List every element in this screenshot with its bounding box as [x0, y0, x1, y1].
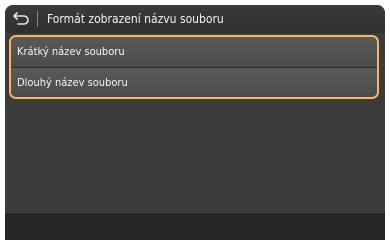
option-label: Krátký název souboru — [17, 45, 125, 58]
option-short-file-name[interactable]: Krátký název souboru — [11, 37, 377, 67]
file-name-format-list: Krátký název souboru Dlouhý název soubor… — [9, 35, 379, 99]
bottom-bar — [5, 213, 385, 240]
title-bar: Formát zobrazení názvu souboru — [5, 5, 385, 33]
back-button[interactable] — [11, 9, 33, 29]
device-screen: Formát zobrazení názvu souboru Krátký ná… — [5, 5, 385, 240]
header-divider — [37, 11, 38, 27]
page-title: Formát zobrazení názvu souboru — [47, 12, 224, 26]
option-label: Dlouhý název souboru — [17, 76, 128, 89]
back-arrow-icon — [13, 12, 29, 25]
option-long-file-name[interactable]: Dlouhý název souboru — [11, 68, 377, 97]
